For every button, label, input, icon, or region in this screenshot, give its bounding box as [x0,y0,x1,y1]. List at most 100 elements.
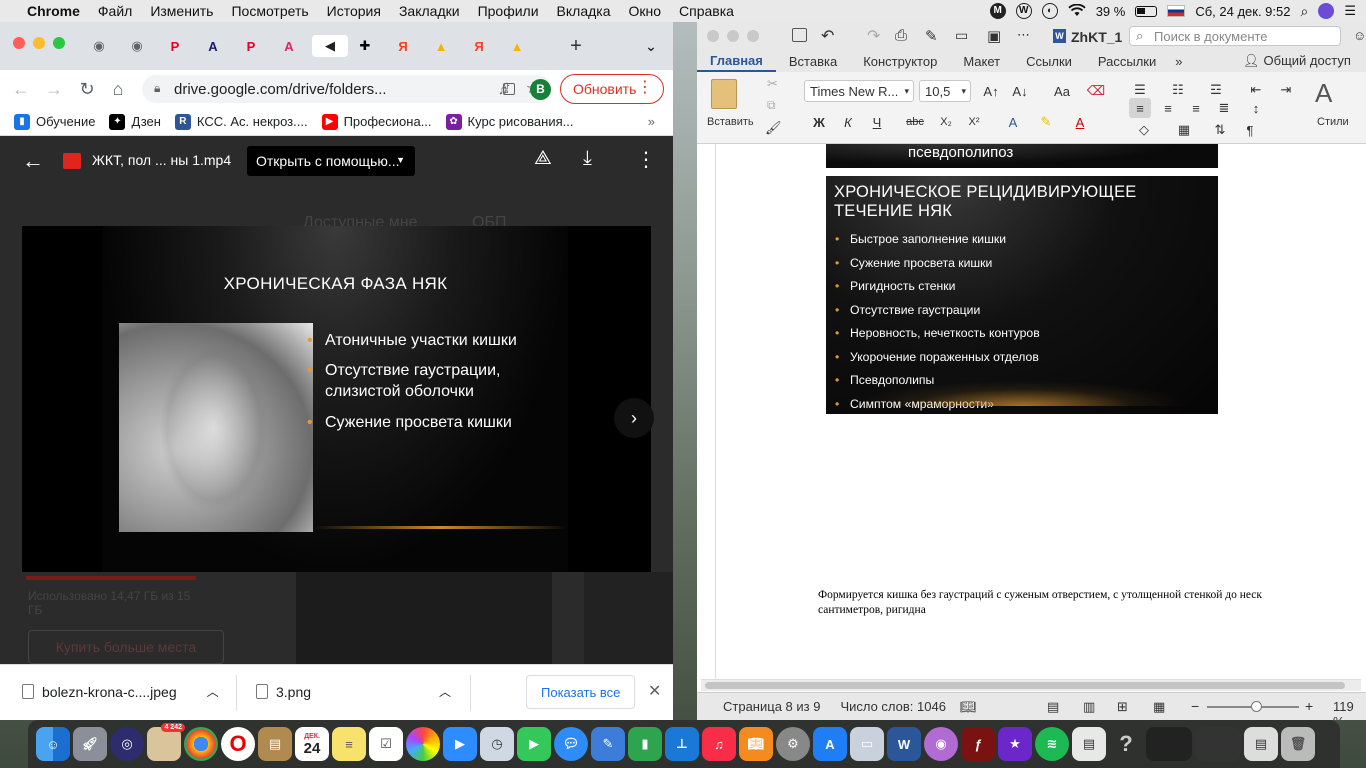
zoom-slider[interactable] [1207,701,1299,712]
paste-button[interactable]: Вставить [707,116,754,128]
books-icon[interactable]: 📖︎ [739,727,773,761]
search-icon[interactable]: ⌕ [1301,3,1309,20]
decrease-indent-icon[interactable]: ⇤ [1245,80,1267,100]
tab-references[interactable]: Ссылки [1013,54,1085,69]
subscript-icon[interactable]: X₂ [935,112,957,132]
shading-icon[interactable]: ◇ [1133,120,1155,140]
chrome-icon[interactable] [184,727,218,761]
installer-icon[interactable]: ◉ [924,727,958,761]
more-bookmarks-icon[interactable]: » [648,114,655,129]
edit-icon[interactable]: ✎ [925,27,938,45]
borders-icon[interactable]: ▦ [1173,120,1195,140]
m-status-icon[interactable]: M [989,3,1006,19]
browser-tab[interactable]: ◉ [122,35,152,57]
address-bar[interactable]: 🔒︎ drive.google.com/drive/folders... ⇪ ☆ [142,75,552,103]
app-store-icon[interactable]: A [813,727,847,761]
reminders-icon[interactable]: ☑ [369,727,403,761]
menu-profiles[interactable]: Профили [469,3,548,19]
zoom-in-icon[interactable]: + [1305,698,1313,714]
siri-icon[interactable]: ◎ [110,727,144,761]
text-effects-icon[interactable]: A [1002,112,1024,132]
status-icon[interactable]: ◐ [1041,3,1058,19]
account-icon[interactable]: ☺ [1353,28,1366,43]
increase-font-icon[interactable]: A↑ [980,81,1002,101]
bookmark-item[interactable]: ▶ Професиона... [321,113,432,130]
flag-ru-icon[interactable] [1167,5,1186,17]
bookmark-item[interactable]: ▮ Обучение [14,113,95,130]
numbers-icon[interactable]: ▮ [628,727,662,761]
open-with-button[interactable]: Открыть с помощью... ▼ [247,146,415,176]
trash-icon[interactable]: 🗑︎ [1281,727,1315,761]
zoom-window-button[interactable] [747,30,759,42]
back-icon[interactable]: ← [10,78,32,100]
tab-home[interactable]: Главная [697,50,776,72]
clear-format-icon[interactable]: ⌫ [1085,81,1107,101]
music-icon[interactable]: ♫ [702,727,736,761]
next-arrow-icon[interactable]: › [614,398,654,438]
sidepanel-icon[interactable] [503,83,515,95]
zoom-out-icon[interactable]: − [1191,698,1199,714]
preview-icon[interactable]: 4 242 [147,723,185,761]
underline-icon[interactable]: Ч [866,112,888,132]
menu-window[interactable]: Окно [620,3,671,19]
numbering-icon[interactable]: ☷ [1167,80,1189,100]
user-icon[interactable] [1318,3,1335,19]
bullets-icon[interactable]: ☰ [1129,80,1151,100]
reload-icon[interactable]: ↻ [76,78,98,100]
show-marks-icon[interactable]: ¶ [1239,120,1261,140]
line-spacing-icon[interactable]: ↕ [1245,98,1267,118]
justify-icon[interactable]: ≣ [1213,98,1235,118]
datetime[interactable]: Сб, 24 дек. 9:52 [1195,4,1290,19]
italic-icon[interactable]: К [837,112,859,132]
menu-edit[interactable]: Изменить [141,3,222,19]
messages-icon[interactable]: 💬︎ [554,727,588,761]
cut-icon[interactable]: ✂ [767,76,778,92]
bold-icon[interactable]: Ж [808,112,830,132]
browser-tab[interactable]: ◀ [312,35,348,57]
browser-tab[interactable]: ✚ [350,35,380,57]
maps-icon[interactable]: ◷ [480,727,514,761]
web-layout-icon[interactable]: ▥ [1083,699,1095,715]
browser-tab[interactable]: P [236,35,266,57]
notes-icon[interactable]: ≡ [332,727,366,761]
menu-file[interactable]: Файл [89,3,141,19]
close-window-button[interactable] [707,30,719,42]
search-document-input[interactable]: ⌕ Поиск в документе [1129,26,1341,46]
photos-icon[interactable] [406,727,440,761]
minimize-window-button[interactable] [727,30,739,42]
align-left-icon[interactable]: ≡ [1129,98,1151,118]
paste-icon[interactable] [711,79,737,109]
bookmark-item[interactable]: R КСС. Ас. некроз.... [174,113,308,130]
horizontal-scrollbar[interactable] [701,679,1361,691]
browser-tab[interactable]: A [198,35,228,57]
browser-tab[interactable]: Я [388,35,418,57]
multilevel-list-icon[interactable]: ☲ [1205,80,1227,100]
tab-insert[interactable]: Вставка [776,54,850,69]
zoom-app-icon[interactable]: ▶ [443,727,477,761]
more-tabs-icon[interactable]: » [1169,54,1188,69]
profile-avatar[interactable]: B [530,79,551,100]
styles-icon[interactable]: A [1315,78,1332,109]
print-icon[interactable]: ⎙ [895,27,907,44]
battery-icon[interactable] [1135,5,1158,17]
document-page[interactable]: псевдополипоз ХРОНИЧЕСКОЕ РЕЦИДИВИРУЮЩЕЕ… [715,144,1366,679]
menu-view[interactable]: Посмотреть [222,3,317,19]
word-app-icon[interactable]: W [887,727,921,761]
styles-button[interactable]: Стили [1317,116,1349,128]
doc-image-2[interactable]: ХРОНИЧЕСКОЕ РЕЦИДИВИРУЮЩЕЕ ТЕЧЕНИЕ НЯК •… [826,176,1218,414]
scroll-thumb[interactable] [705,682,1345,689]
menu-chrome[interactable]: Chrome [18,3,89,19]
imovie-icon[interactable]: ★ [998,727,1032,761]
highlight-icon[interactable]: ✎ [1035,112,1057,132]
browser-tab[interactable]: Я [464,35,494,57]
download-item[interactable]: 3.png ︿ [256,683,451,700]
zoom-window-button[interactable] [53,37,65,49]
chevron-up-icon[interactable]: ︿ [439,683,451,700]
screen-thumbnail-2-icon[interactable] [1195,727,1241,761]
opera-icon[interactable]: O [221,727,255,761]
focus-icon[interactable]: ⊞ [1117,699,1128,715]
browser-tab[interactable]: P [160,35,190,57]
undo-icon[interactable]: ↶ [821,26,834,46]
print-layout-icon[interactable]: ▤ [1047,699,1059,715]
system-preferences-icon[interactable]: ⚙ [776,727,810,761]
